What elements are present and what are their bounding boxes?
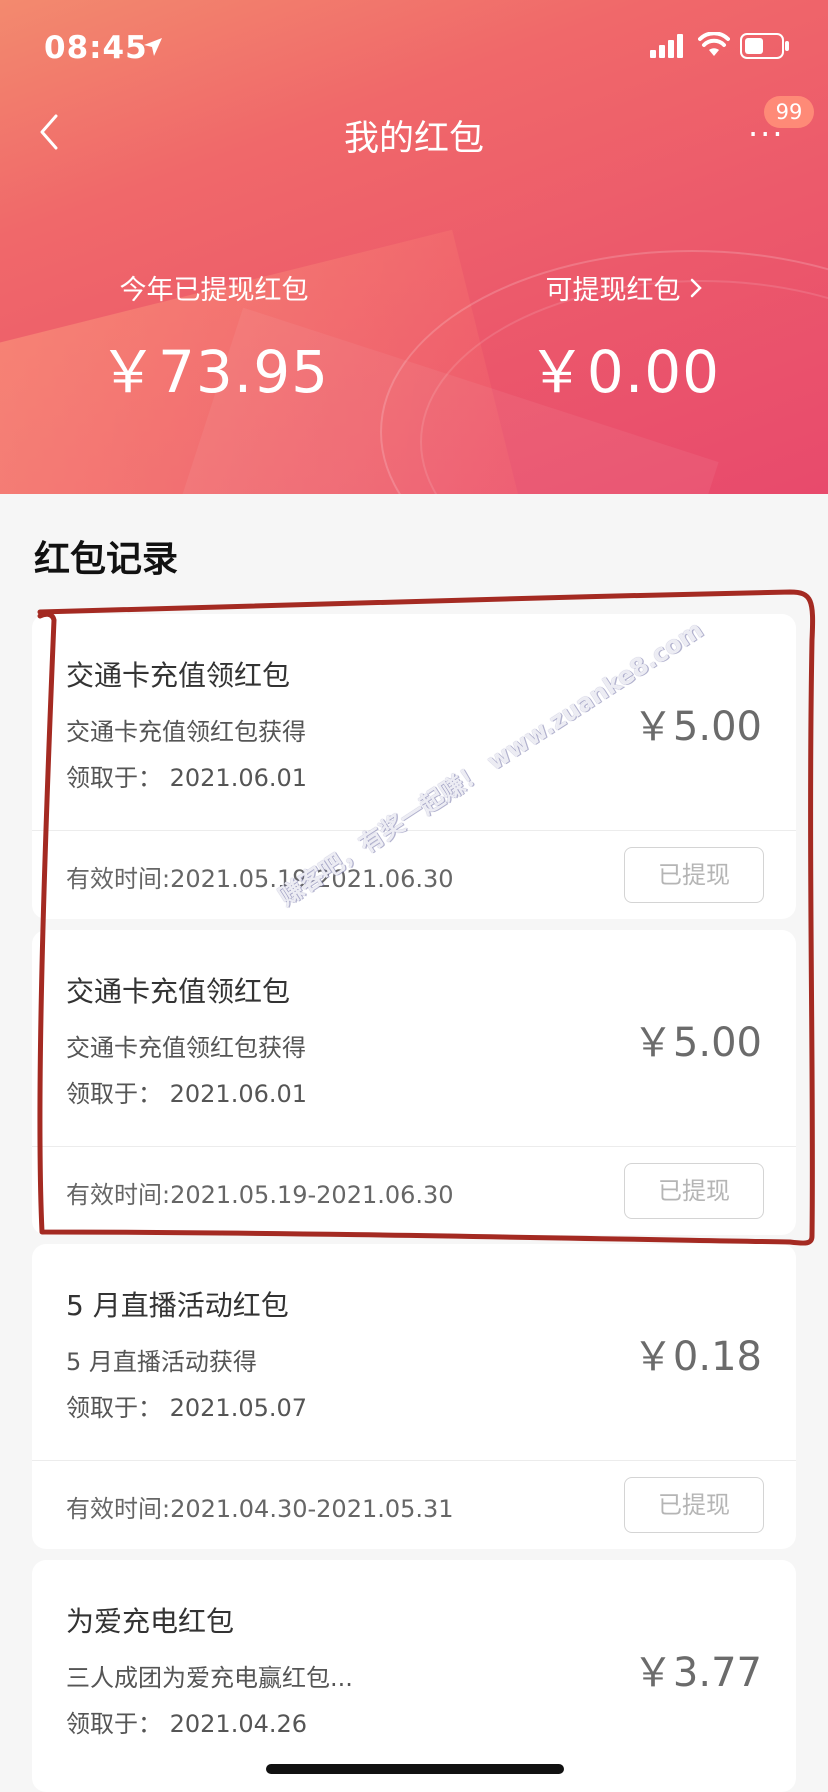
annotation-box [37,589,816,1246]
home-indicator[interactable] [266,1764,564,1774]
